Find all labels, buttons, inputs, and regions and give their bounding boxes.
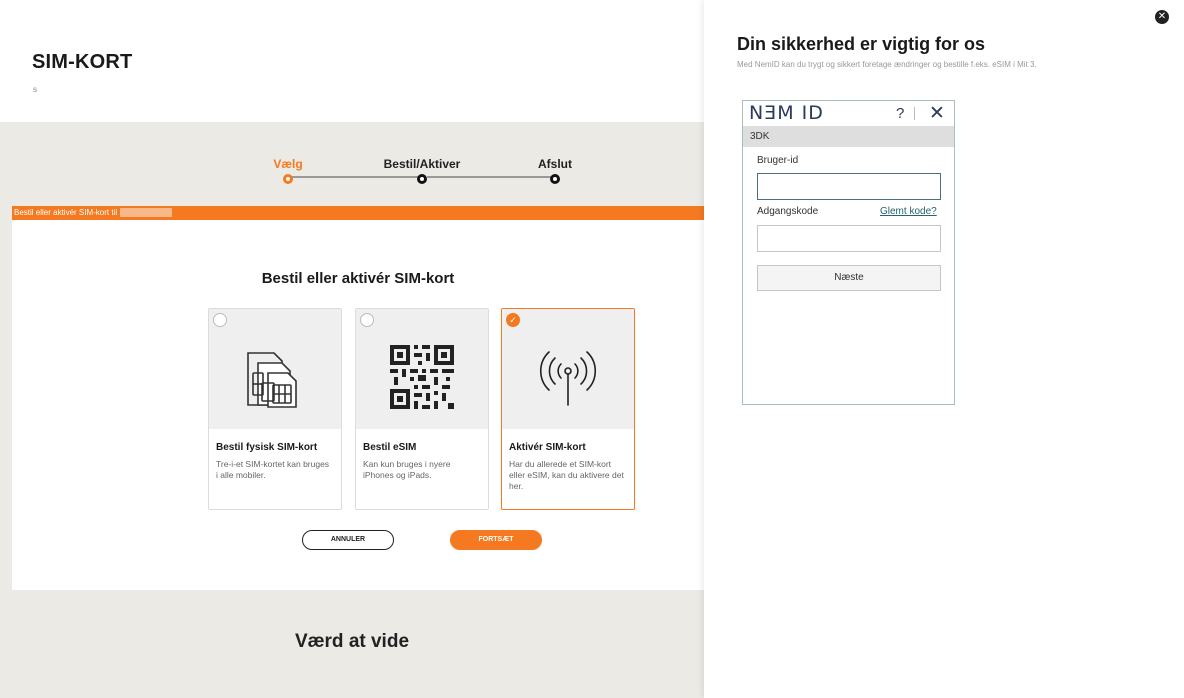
order-banner: Bestil eller aktivér SIM-kort til (12, 206, 704, 220)
option-title: Aktivér SIM-kort (509, 442, 586, 453)
step-dot-active (283, 174, 293, 184)
user-id-input[interactable] (757, 173, 941, 200)
continue-button[interactable]: FORTSÆT (450, 530, 542, 550)
forgot-password-link[interactable]: Glemt kode? (880, 206, 937, 217)
step-dot (417, 174, 427, 184)
header-divider (914, 107, 915, 120)
password-input[interactable] (757, 225, 941, 252)
step-choose: Vælg (270, 157, 306, 184)
side-panel-subtitle: Med NemID kan du trygt og sikkert foreta… (737, 60, 1037, 69)
nemid-side-panel: ✕ Din sikkerhed er vigtig for os Med Nem… (704, 0, 1184, 698)
masked-phone-number (120, 208, 173, 218)
next-button[interactable]: Næste (757, 265, 941, 291)
page-header: SIM-KORT s (0, 0, 704, 122)
step-finish: Afslut (532, 157, 578, 184)
option-radio[interactable] (213, 313, 227, 327)
option-physical-sim[interactable]: Bestil fysisk SIM-kort Tre-i-et SIM-kort… (208, 308, 342, 510)
option-description: Tre-i-et SIM-kortet kan bruges i alle mo… (216, 459, 330, 480)
sim-card-panel: Bestil eller aktivér SIM-kort Bestil fys… (12, 220, 704, 590)
page-title: SIM-KORT (32, 51, 133, 73)
option-description: Kan kun bruges i nyere iPhones og iPads. (363, 459, 451, 480)
step-order-activate: Bestil/Aktiver (370, 157, 474, 184)
step-label: Vælg (273, 157, 303, 171)
nemid-band: 3DK (743, 126, 954, 147)
option-image-area (209, 309, 341, 429)
option-title: Bestil fysisk SIM-kort (216, 442, 318, 453)
option-image-area: ✓ (502, 309, 634, 429)
option-activate-sim[interactable]: ✓ Aktivér SIM-kort Har du allerede et SI… (501, 308, 635, 510)
banner-text: Bestil eller aktivér SIM-kort til (14, 208, 118, 217)
step-label: Bestil/Aktiver (383, 157, 461, 171)
close-icon[interactable]: ✕ (1155, 10, 1169, 24)
nemid-logo: NƎM ID (749, 102, 824, 124)
nemid-close-icon[interactable]: ✕ (929, 102, 945, 125)
main-page: SIM-KORT s Vælg Bestil/Aktiver Afslut Be… (0, 0, 704, 698)
nemid-login-box: NƎM ID ? ✕ 3DK Bruger-id Adgangskode Gle… (742, 100, 955, 405)
side-panel-title: Din sikkerhed er vigtig for os (737, 34, 986, 54)
cancel-button[interactable]: ANNULER (302, 530, 394, 550)
step-dot (550, 174, 560, 184)
sim-cards-icon (209, 345, 341, 414)
progress-stepper: Vælg Bestil/Aktiver Afslut (270, 157, 580, 187)
page-subtitle: s (33, 85, 37, 94)
option-esim[interactable]: Bestil eSIM Kan kun bruges i nyere iPhon… (355, 308, 489, 510)
nemid-header: NƎM ID ? ✕ (743, 101, 954, 126)
step-label: Afslut (538, 157, 572, 171)
option-radio[interactable] (360, 313, 374, 327)
user-id-label: Bruger-id (757, 155, 799, 166)
option-radio-checked[interactable]: ✓ (506, 313, 520, 327)
help-icon[interactable]: ? (896, 105, 904, 122)
antenna-icon (502, 345, 634, 414)
password-label: Adgangskode (757, 206, 819, 217)
option-image-area (356, 309, 488, 429)
option-description: Har du allerede et SIM-kort eller eSIM, … (509, 459, 624, 491)
option-title: Bestil eSIM (363, 442, 417, 453)
section-title: Værd at vide (294, 631, 410, 652)
qr-code-icon (356, 345, 488, 414)
panel-title: Bestil eller aktivér SIM-kort (261, 270, 455, 287)
